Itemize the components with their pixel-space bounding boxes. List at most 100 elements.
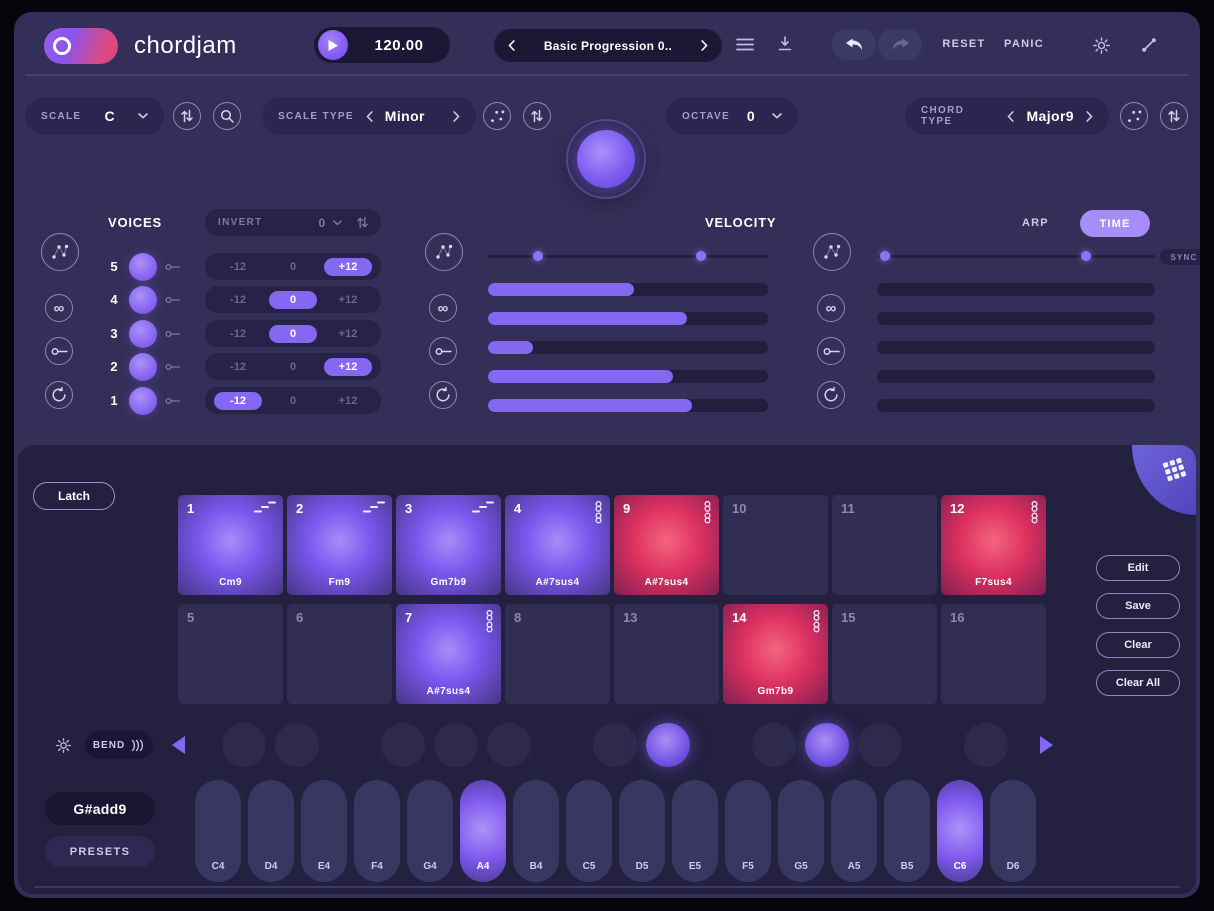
infinity-icon[interactable]: ∞ (817, 294, 845, 322)
option-plus12[interactable]: +12 (324, 291, 372, 309)
pad-12[interactable]: 12 F7sus4 (941, 495, 1046, 595)
pad-13[interactable]: 13 (614, 604, 719, 704)
link-icon[interactable] (165, 363, 180, 371)
scale-type-selector[interactable]: SCALE TYPE Minor (262, 97, 476, 135)
black-key-cs5[interactable] (593, 723, 637, 767)
pad-15[interactable]: 15 (832, 604, 937, 704)
black-key-cs6[interactable] (964, 723, 1008, 767)
link-icon[interactable] (45, 337, 73, 365)
random-icon[interactable] (483, 102, 511, 130)
black-key-gs5[interactable] (805, 723, 849, 767)
pad-5[interactable]: 5 (178, 604, 283, 704)
time-range-slider[interactable] (877, 255, 1155, 258)
tab-time[interactable]: TIME (1080, 210, 1150, 237)
velocity-bar-3[interactable] (488, 341, 768, 354)
option-minus12[interactable]: -12 (214, 392, 262, 410)
voice-enable-button[interactable] (129, 353, 157, 381)
key-B4[interactable]: B4 (513, 780, 559, 882)
panic-button[interactable]: PANIC (992, 38, 1056, 50)
keyboard-prev-icon[interactable] (172, 736, 185, 754)
presets-button[interactable]: PRESETS (45, 836, 155, 867)
preset-prev-icon[interactable] (508, 40, 515, 51)
latch-button[interactable]: Latch (33, 482, 115, 510)
link-icon[interactable] (429, 337, 457, 365)
velocity-bar-4[interactable] (488, 370, 768, 383)
chord-type-selector[interactable]: CHORD TYPE Major9 (905, 97, 1109, 135)
voice-octave-selector[interactable]: -12 0 +12 (205, 286, 381, 313)
black-key-ds4[interactable] (275, 723, 319, 767)
sync-toggle[interactable]: SYNC (1160, 249, 1200, 265)
gear-icon[interactable] (1092, 36, 1111, 55)
option-plus12[interactable]: +12 (324, 325, 372, 343)
reset-button[interactable]: RESET (932, 38, 996, 50)
patch-icon[interactable] (1141, 37, 1157, 53)
swap-icon[interactable] (523, 102, 551, 130)
keyboard-next-icon[interactable] (1040, 736, 1053, 754)
option-minus12[interactable]: -12 (214, 291, 262, 309)
key-C5[interactable]: C5 (566, 780, 612, 882)
octave-dropdown[interactable]: OCTAVE 0 (666, 97, 798, 135)
link-icon[interactable] (165, 296, 180, 304)
option-zero[interactable]: 0 (269, 291, 317, 309)
swap-icon[interactable] (173, 102, 201, 130)
velocity-bar-2[interactable] (488, 312, 768, 325)
voice-enable-button[interactable] (129, 320, 157, 348)
link-icon[interactable] (165, 397, 180, 405)
chevron-left-icon[interactable] (366, 111, 373, 122)
pad-9[interactable]: 9 A#7sus4 (614, 495, 719, 595)
pad-2[interactable]: 2 Fm9 (287, 495, 392, 595)
refresh-icon[interactable] (429, 381, 457, 409)
random-icon[interactable] (813, 233, 851, 271)
voice-enable-button[interactable] (129, 387, 157, 415)
key-D4[interactable]: D4 (248, 780, 294, 882)
chevron-left-icon[interactable] (1007, 111, 1014, 122)
option-plus12[interactable]: +12 (324, 358, 372, 376)
slider-handle[interactable] (1081, 251, 1091, 261)
pad-view-badge[interactable] (1132, 445, 1196, 515)
search-icon[interactable] (213, 102, 241, 130)
option-plus12[interactable]: +12 (324, 258, 372, 276)
link-icon[interactable] (817, 337, 845, 365)
option-minus12[interactable]: -12 (214, 325, 262, 343)
preset-next-icon[interactable] (701, 40, 708, 51)
velocity-range-slider[interactable] (488, 255, 768, 258)
time-bar-3[interactable] (877, 341, 1155, 354)
slider-handle[interactable] (880, 251, 890, 261)
option-zero[interactable]: 0 (269, 358, 317, 376)
chevron-right-icon[interactable] (1086, 111, 1093, 122)
key-E4[interactable]: E4 (301, 780, 347, 882)
refresh-icon[interactable] (45, 381, 73, 409)
black-key-ds5[interactable] (646, 723, 690, 767)
voice-octave-selector[interactable]: -12 0 +12 (205, 353, 381, 380)
clear-button[interactable]: Clear (1096, 632, 1180, 658)
menu-icon[interactable] (736, 38, 754, 51)
voice-enable-button[interactable] (129, 253, 157, 281)
option-zero[interactable]: 0 (269, 258, 317, 276)
option-zero[interactable]: 0 (269, 392, 317, 410)
black-key-fs4[interactable] (381, 723, 425, 767)
pad-7[interactable]: 7 A#7sus4 (396, 604, 501, 704)
bend-toggle[interactable]: BEND (85, 731, 153, 759)
time-bar-2[interactable] (877, 312, 1155, 325)
infinity-icon[interactable]: ∞ (45, 294, 73, 322)
black-key-as5[interactable] (858, 723, 902, 767)
velocity-bar-5[interactable] (488, 399, 768, 412)
pad-10[interactable]: 10 (723, 495, 828, 595)
key-F5[interactable]: F5 (725, 780, 771, 882)
bpm-value[interactable]: 120.00 (354, 27, 444, 63)
key-C6[interactable]: C6 (937, 780, 983, 882)
option-plus12[interactable]: +12 (324, 392, 372, 410)
key-A4[interactable]: A4 (460, 780, 506, 882)
voice-octave-selector[interactable]: -12 0 +12 (205, 387, 381, 414)
black-key-gs4[interactable] (434, 723, 478, 767)
pad-14[interactable]: 14 Gm7b9 (723, 604, 828, 704)
gear-icon[interactable] (55, 737, 72, 754)
key-G4[interactable]: G4 (407, 780, 453, 882)
edit-button[interactable]: Edit (1096, 555, 1180, 581)
scale-dropdown[interactable]: SCALE C (25, 97, 164, 135)
pad-16[interactable]: 16 (941, 604, 1046, 704)
chevron-right-icon[interactable] (453, 111, 460, 122)
black-key-fs5[interactable] (752, 723, 796, 767)
voice-octave-selector[interactable]: -12 0 +12 (205, 253, 381, 280)
refresh-icon[interactable] (817, 381, 845, 409)
